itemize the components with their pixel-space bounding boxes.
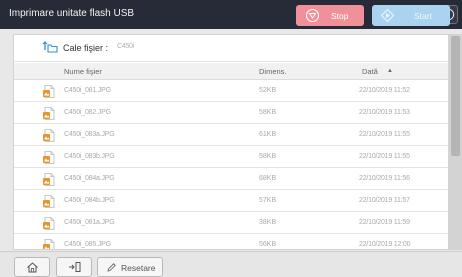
home-button[interactable] <box>14 257 50 277</box>
file-date: 22/10/2019 11:57 <box>359 197 410 204</box>
reset-button[interactable]: Resetare <box>97 257 163 277</box>
start-button[interactable]: Start <box>372 5 450 26</box>
file-path-value: C450i <box>117 43 134 50</box>
start-button-label: Start <box>414 11 432 21</box>
stop-button-label: Stop <box>331 11 349 21</box>
stop-icon <box>305 8 320 23</box>
usb-eject-icon <box>69 262 81 272</box>
column-header-date[interactable]: Dată <box>362 67 378 76</box>
file-date: 22/10/2019 11:59 <box>359 219 410 226</box>
table-row[interactable]: C450i_083b.JPG 58KB 22/10/2019 11:55 <box>14 147 448 168</box>
bottom-bar: Resetare <box>0 251 462 277</box>
file-date: 22/10/2019 11:56 <box>359 175 410 182</box>
column-header-size[interactable]: Dimens. <box>259 67 287 76</box>
image-file-icon <box>42 106 56 123</box>
file-size: 57KB <box>259 197 277 204</box>
table-row[interactable]: C450i_082.JPG 58KB 22/10/2019 11:53 <box>14 103 448 124</box>
file-name: C450i_084a.JPG <box>64 175 115 182</box>
file-size: 38KB <box>259 219 277 226</box>
file-name: C450i_082.JPG <box>64 109 111 116</box>
folder-path-icon <box>42 41 58 53</box>
file-name: C450i_085.JPG <box>64 241 111 248</box>
file-size: 58KB <box>259 109 277 116</box>
file-date: 22/10/2019 11:55 <box>359 153 410 160</box>
image-file-icon <box>42 150 56 167</box>
image-file-icon <box>42 238 56 249</box>
start-icon <box>380 8 395 23</box>
table-row[interactable]: C450i_084a.JPG 68KB 22/10/2019 11:56 <box>14 169 448 190</box>
table-row[interactable]: C450i_084b.JPG 57KB 22/10/2019 11:57 <box>14 191 448 212</box>
image-file-icon <box>42 128 56 145</box>
sort-ascending-icon: ▲ <box>387 68 393 74</box>
image-file-icon <box>42 216 56 233</box>
file-size: 61KB <box>259 131 277 138</box>
reset-button-label: Resetare <box>121 263 156 273</box>
file-date: 22/10/2019 11:55 <box>359 131 410 138</box>
file-name: C450i_083a.JPG <box>64 131 115 138</box>
file-path-row: Cale fişier : C450i <box>14 35 448 62</box>
image-file-icon <box>42 194 56 211</box>
file-size: 52KB <box>259 87 277 94</box>
file-date: 22/10/2019 11:53 <box>359 109 410 116</box>
column-header-name[interactable]: Nume fişier <box>64 67 102 76</box>
table-row[interactable]: C450i_085.JPG 56KB 22/10/2019 12:00 <box>14 235 448 249</box>
file-name: C450i_084b.JPG <box>64 197 115 204</box>
file-list-panel: Cale fişier : C450i Nume fişier Dimens. … <box>13 34 449 250</box>
file-name: C450i_081a.JPG <box>64 219 115 226</box>
table-row[interactable]: C450i_081.JPG 52KB 22/10/2019 11:52 <box>14 81 448 102</box>
page-title: Imprimare unitate flash USB <box>9 8 135 19</box>
file-size: 56KB <box>259 241 277 248</box>
table-header: Nume fişier Dimens. Dată ▲ <box>14 63 448 80</box>
scrollbar[interactable] <box>449 34 462 250</box>
table-row[interactable]: C450i_083a.JPG 61KB 22/10/2019 11:55 <box>14 125 448 146</box>
file-name: C450i_083b.JPG <box>64 153 115 160</box>
file-path-label: Cale fişier : <box>63 43 109 53</box>
file-date: 22/10/2019 12:00 <box>359 241 411 248</box>
image-file-icon <box>42 84 56 101</box>
pencil-icon <box>107 263 116 272</box>
home-icon <box>27 262 38 273</box>
scrollbar-thumb[interactable] <box>451 36 460 156</box>
file-date: 22/10/2019 11:52 <box>359 87 410 94</box>
table-row[interactable]: C450i_081a.JPG 38KB 22/10/2019 11:59 <box>14 213 448 234</box>
eject-usb-button[interactable] <box>56 257 92 277</box>
file-size: 68KB <box>259 175 277 182</box>
stop-button[interactable]: Stop <box>296 5 364 26</box>
file-name: C450i_081.JPG <box>64 87 111 94</box>
image-file-icon <box>42 172 56 189</box>
file-size: 58KB <box>259 153 277 160</box>
